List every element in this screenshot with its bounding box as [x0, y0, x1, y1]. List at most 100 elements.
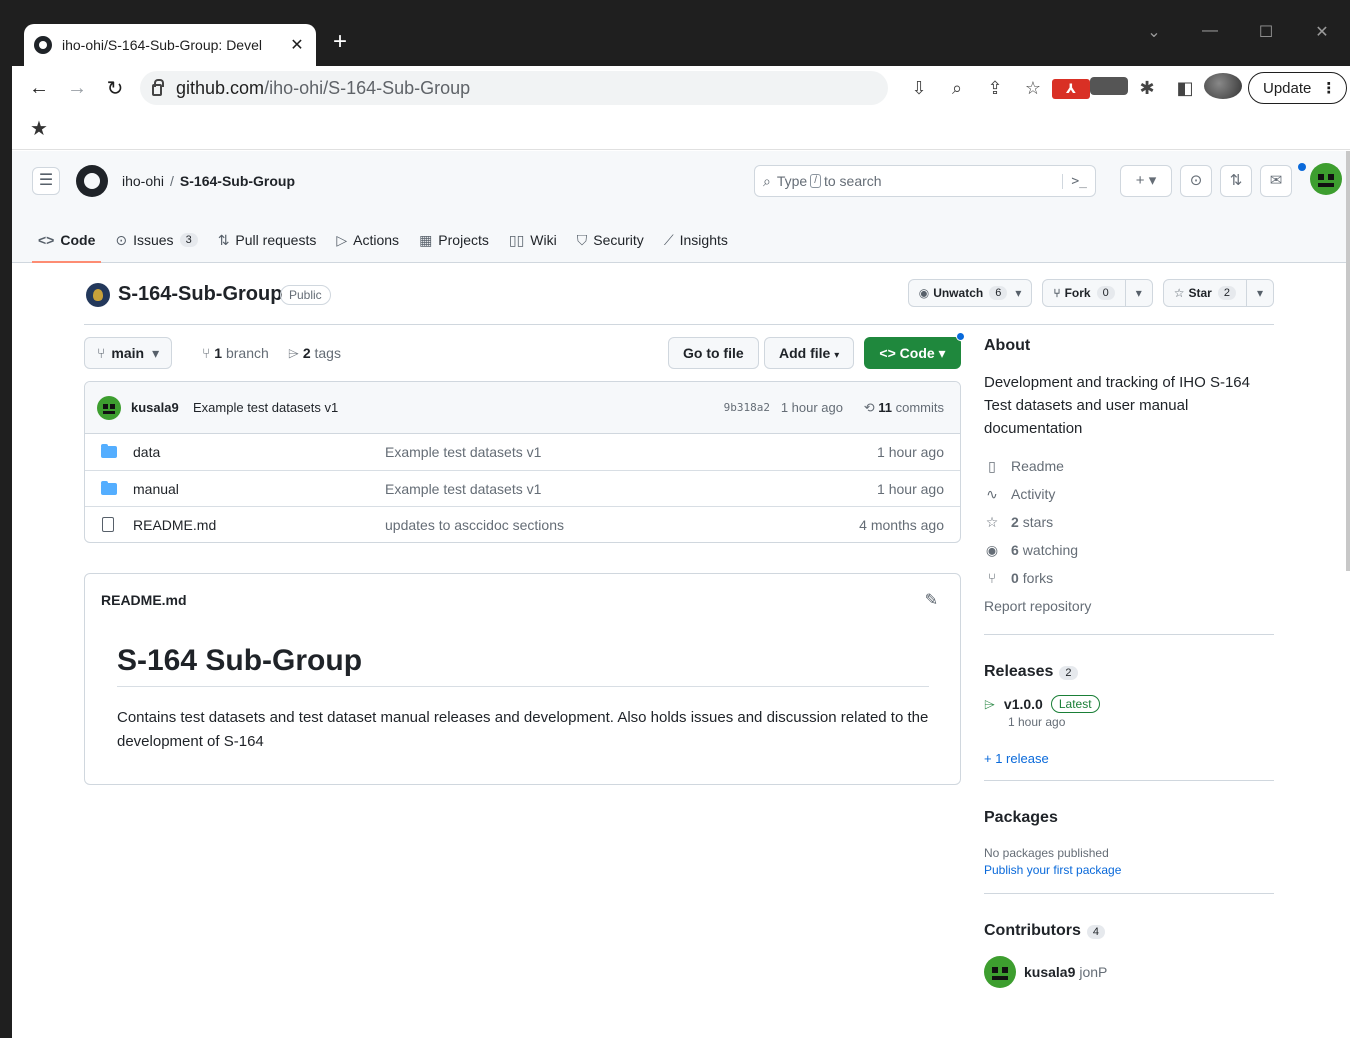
- back-icon[interactable]: ←: [20, 77, 58, 100]
- extension-icon[interactable]: [1090, 76, 1128, 100]
- tag-icon: ⌲: [288, 345, 303, 361]
- tab-issues[interactable]: ⊙ Issues 3: [105, 217, 207, 263]
- install-icon[interactable]: ⇩: [900, 78, 938, 99]
- tab-wiki[interactable]: ▯▯ Wiki: [499, 217, 567, 263]
- folder-icon: [101, 444, 117, 458]
- file-time: 1 hour ago: [877, 444, 944, 460]
- pull-request-icon: ⇅: [217, 231, 230, 248]
- tab-search-icon[interactable]: ⌄: [1126, 22, 1182, 42]
- star-dropdown-icon[interactable]: ▾: [1245, 280, 1273, 306]
- pull-requests-icon[interactable]: ⇅: [1220, 165, 1252, 197]
- search-type-text: Type: [776, 173, 808, 189]
- close-tab-icon[interactable]: ✕: [288, 35, 306, 55]
- file-commit-message[interactable]: updates to asccidoc sections: [385, 517, 564, 533]
- report-repository-link[interactable]: Report repository: [984, 592, 1274, 620]
- owner-link[interactable]: iho-ohi: [122, 173, 164, 189]
- repo-title-row: S-164-Sub-Group Public ◉ Unwatch 6 ▾ ⑂ Fork 0…: [84, 269, 1274, 325]
- tab-projects[interactable]: ▦ Projects: [409, 217, 499, 263]
- watching-link[interactable]: ◉ 6 watching: [984, 536, 1274, 564]
- pdf-extension-icon[interactable]: ⅄: [1052, 77, 1090, 99]
- contributors-heading[interactable]: Contributors 4: [984, 922, 1274, 940]
- hamburger-menu-icon[interactable]: ☰: [32, 167, 60, 195]
- fork-dropdown-icon[interactable]: ▾: [1124, 280, 1152, 306]
- code-button[interactable]: <> Code ▾: [864, 332, 965, 369]
- table-row[interactable]: data Example test datasets v1 1 hour ago: [85, 434, 960, 470]
- kebab-menu-icon[interactable]: ⋮: [1321, 79, 1336, 97]
- about-description: Development and tracking of IHO S-164 Te…: [984, 374, 1250, 437]
- user-avatar[interactable]: [1310, 163, 1342, 195]
- commit-sha[interactable]: 9b318a2: [724, 401, 770, 414]
- star-icon: ☆: [985, 513, 999, 530]
- unwatch-button[interactable]: ◉ Unwatch 6 ▾: [907, 279, 1033, 307]
- table-row[interactable]: manual Example test datasets v1 1 hour a…: [85, 470, 960, 506]
- commits-link[interactable]: ⟲ 11 commits: [864, 400, 944, 416]
- breadcrumb: iho-ohi / S-164-Sub-Group: [122, 173, 295, 189]
- star-button[interactable]: ☆ Star 2 ▾: [1162, 279, 1274, 307]
- side-panel-icon[interactable]: ◧: [1166, 78, 1204, 99]
- tab-actions[interactable]: ▷ Actions: [326, 217, 409, 263]
- file-commit-message[interactable]: Example test datasets v1: [385, 444, 541, 460]
- org-avatar[interactable]: [86, 283, 110, 307]
- browser-tab[interactable]: iho-ohi/S-164-Sub-Group: Devel ✕: [24, 24, 316, 66]
- go-to-file-button[interactable]: Go to file: [668, 337, 759, 369]
- address-bar[interactable]: github.com/iho-ohi/S-164-Sub-Group: [140, 71, 888, 105]
- forward-icon[interactable]: →: [58, 77, 96, 100]
- lock-icon[interactable]: [152, 79, 164, 96]
- maximize-icon[interactable]: ☐: [1238, 22, 1294, 42]
- activity-link[interactable]: ∿ Activity: [984, 480, 1274, 508]
- close-window-icon[interactable]: ✕: [1294, 22, 1350, 42]
- github-logo-icon[interactable]: [76, 165, 108, 197]
- puzzle-extensions-icon[interactable]: ✱: [1128, 78, 1166, 99]
- zoom-icon[interactable]: ⌕: [938, 78, 976, 99]
- issues-icon[interactable]: ⊙: [1180, 165, 1212, 197]
- tab-insights[interactable]: ⟋ Insights: [654, 217, 738, 263]
- bookmark-icon[interactable]: ★: [30, 116, 48, 141]
- tags-link[interactable]: ⌲ 2 tags: [288, 345, 341, 362]
- tab-security[interactable]: ⛉ Security: [567, 217, 654, 263]
- bookmark-star-icon[interactable]: ☆: [1014, 78, 1052, 99]
- repo-link[interactable]: S-164-Sub-Group: [180, 173, 295, 189]
- pencil-icon[interactable]: ✎: [925, 590, 938, 610]
- file-commit-message[interactable]: Example test datasets v1: [385, 481, 541, 497]
- file-name[interactable]: data: [133, 444, 160, 460]
- branch-select-button[interactable]: ⑂ main ▾: [84, 337, 173, 369]
- contributor-login[interactable]: kusala9: [1024, 964, 1075, 980]
- branches-link[interactable]: ⑂ 1 branch: [202, 345, 269, 361]
- releases-heading[interactable]: Releases 2: [984, 663, 1274, 681]
- new-tab-icon[interactable]: +: [328, 30, 352, 54]
- forks-link[interactable]: ⑂ 0 forks: [984, 564, 1274, 592]
- minimize-icon[interactable]: —: [1182, 22, 1238, 42]
- contributor-avatar[interactable]: [984, 956, 1016, 988]
- packages-heading[interactable]: Packages: [984, 809, 1274, 827]
- create-new-button[interactable]: + ▾: [1120, 165, 1172, 197]
- eye-icon: ◉: [985, 541, 999, 558]
- reload-icon[interactable]: ↻: [96, 76, 134, 101]
- release-item[interactable]: ⌲ v1.0.0 Latest: [984, 695, 1274, 713]
- add-file-button[interactable]: Add file ▾: [764, 337, 855, 369]
- fork-button[interactable]: ⑂ Fork 0 ▾: [1042, 279, 1153, 307]
- repo-title[interactable]: S-164-Sub-Group: [118, 283, 282, 306]
- tab-pull-requests[interactable]: ⇅ Pull requests: [208, 217, 327, 263]
- commit-author-avatar[interactable]: [97, 396, 121, 420]
- readme-filename[interactable]: README.md: [101, 592, 187, 608]
- inbox-icon[interactable]: ✉: [1260, 165, 1292, 197]
- release-tag[interactable]: v1.0.0: [1004, 696, 1043, 712]
- page-scrollbar[interactable]: [1346, 151, 1350, 571]
- search-input[interactable]: ⌕ Type / to search >_: [754, 165, 1096, 197]
- share-icon[interactable]: ⇪: [976, 78, 1014, 99]
- table-row[interactable]: README.md updates to asccidoc sections 4…: [85, 506, 960, 542]
- file-name[interactable]: manual: [133, 481, 179, 497]
- issue-icon: ⊙: [115, 231, 128, 248]
- more-releases-link[interactable]: + 1 release: [984, 751, 1274, 766]
- commit-message[interactable]: Example test datasets v1: [193, 400, 338, 415]
- tab-code[interactable]: <> Code: [28, 217, 105, 263]
- publish-package-link[interactable]: Publish your first package: [984, 862, 1274, 879]
- readme-link[interactable]: ▯ Readme: [984, 452, 1274, 480]
- update-button[interactable]: Update ⋮: [1248, 72, 1348, 104]
- command-palette-icon[interactable]: >_: [1062, 173, 1087, 189]
- contributor-item[interactable]: kusala9 jonP: [984, 956, 1274, 988]
- stars-link[interactable]: ☆ 2 stars: [984, 508, 1274, 536]
- file-name[interactable]: README.md: [133, 517, 216, 533]
- profile-avatar[interactable]: [1204, 72, 1242, 104]
- commit-author[interactable]: kusala9: [131, 400, 179, 415]
